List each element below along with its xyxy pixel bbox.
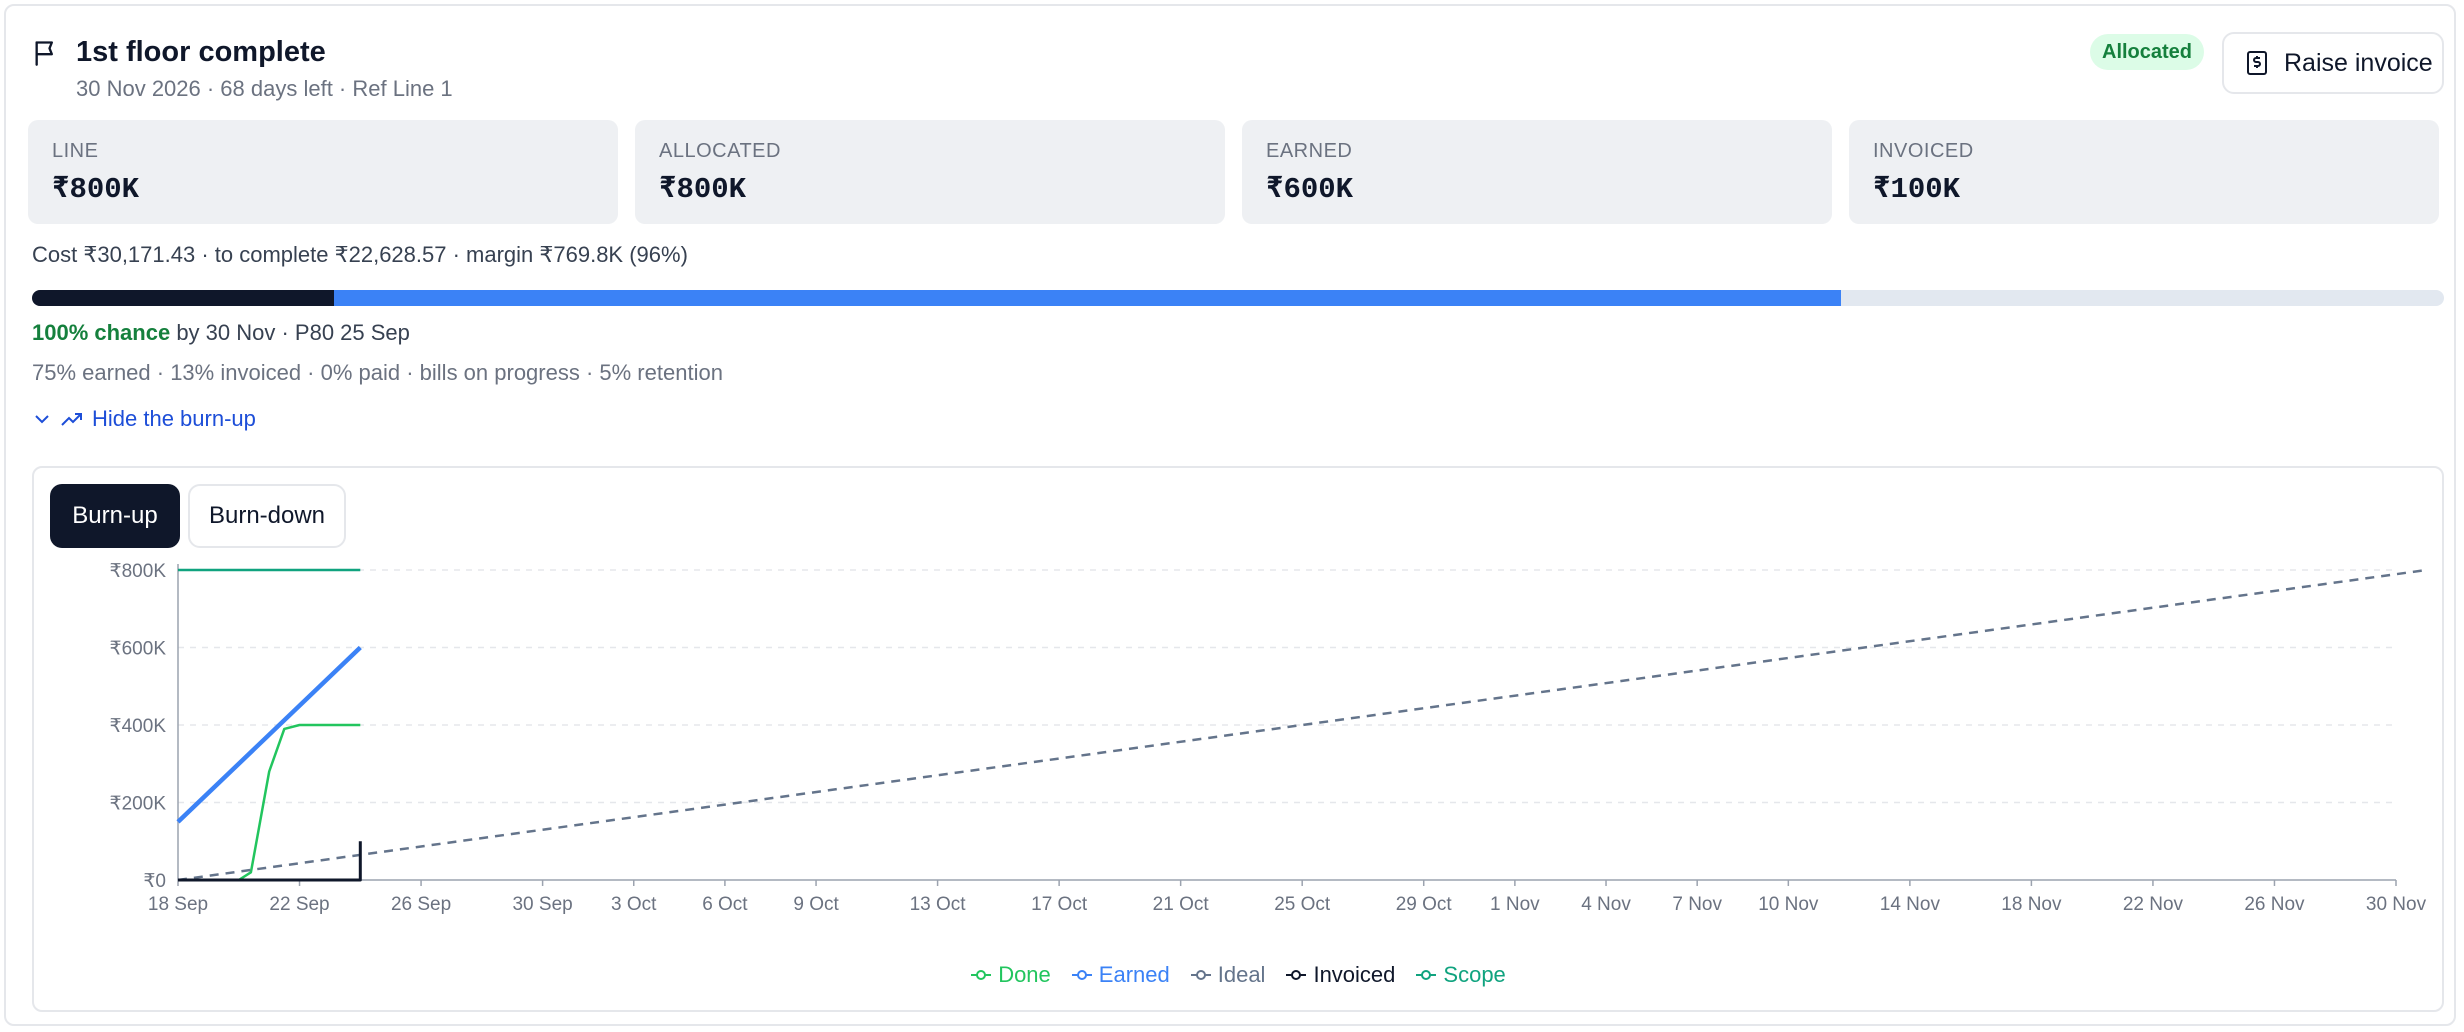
x-tick-label: 18 Nov bbox=[2001, 894, 2062, 915]
x-tick-label: 14 Nov bbox=[1880, 894, 1941, 915]
x-tick-label: 26 Nov bbox=[2244, 894, 2305, 915]
burnup-panel: Burn-up Burn-down ₹0 ₹200K ₹400K ₹600K ₹800K… bbox=[32, 466, 2444, 1012]
burnup-chart: ₹0 ₹200K ₹400K ₹600K ₹800K 18 Sep 22 Sep 26 Sep… bbox=[110, 561, 2427, 915]
legend-marker-icon bbox=[1416, 970, 1437, 980]
hide-burnup-toggle[interactable]: Hide the burn-up bbox=[32, 406, 256, 432]
invoice-icon bbox=[2247, 51, 2267, 75]
legend-item-ideal[interactable]: Ideal bbox=[1190, 962, 1266, 988]
stat-value: ₹600K bbox=[1266, 173, 1354, 206]
x-tick-label: 4 Nov bbox=[1581, 894, 1631, 915]
x-tick-label: 9 Oct bbox=[793, 894, 839, 915]
legend-item-invoiced[interactable]: Invoiced bbox=[1285, 962, 1395, 988]
x-tick-label: 3 Oct bbox=[611, 894, 657, 915]
y-tick-label: ₹400K bbox=[110, 716, 167, 737]
stat-value: ₹800K bbox=[52, 173, 140, 206]
x-tick-label: 25 Oct bbox=[1274, 894, 1331, 915]
financial-summary: 75% earned · 13% invoiced · 0% paid · bi… bbox=[32, 360, 723, 385]
x-tick-label: 30 Nov bbox=[2366, 894, 2427, 915]
stat-line: LINE ₹800K bbox=[28, 120, 618, 224]
x-tick-label: 21 Oct bbox=[1153, 894, 1210, 915]
y-tick-label: ₹800K bbox=[110, 561, 167, 582]
cost-summary: Cost ₹30,171.43 · to complete ₹22,628.57… bbox=[32, 242, 688, 267]
progress-bar bbox=[32, 290, 2444, 306]
y-tick-label: ₹0 bbox=[143, 871, 166, 892]
x-tick-label: 22 Nov bbox=[2123, 894, 2184, 915]
legend-item-done[interactable]: Done bbox=[970, 962, 1051, 988]
stat-label: EARNED bbox=[1266, 140, 1353, 162]
y-tick-label: ₹200K bbox=[110, 794, 167, 815]
raise-invoice-label: Raise invoice bbox=[2284, 48, 2433, 77]
toggle-label: Hide the burn-up bbox=[92, 406, 256, 431]
legend-label: Earned bbox=[1098, 962, 1170, 987]
x-tick-label: 13 Oct bbox=[910, 894, 967, 915]
x-tick-label: 7 Nov bbox=[1672, 894, 1722, 915]
legend-item-earned[interactable]: Earned bbox=[1071, 962, 1170, 988]
stat-earned: EARNED ₹600K bbox=[1242, 120, 1832, 224]
milestone-card: 1st floor complete 30 Nov 2026 · 68 days… bbox=[4, 4, 2456, 1026]
x-tick-label: 1 Nov bbox=[1490, 894, 1540, 915]
x-tick-label: 18 Sep bbox=[148, 894, 208, 915]
x-tick-label: 10 Nov bbox=[1758, 894, 1819, 915]
legend-label: Done bbox=[998, 962, 1051, 987]
flag-icon bbox=[35, 41, 53, 66]
chance-percent: 100% chance bbox=[32, 320, 171, 345]
y-tick-label: ₹600K bbox=[110, 639, 167, 660]
x-tick-label: 22 Sep bbox=[269, 894, 329, 915]
legend-marker-icon bbox=[1071, 970, 1092, 980]
stat-value: ₹800K bbox=[659, 173, 747, 206]
series-earned-line bbox=[176, 645, 362, 824]
legend-marker-icon bbox=[971, 970, 992, 980]
progress-earned bbox=[333, 290, 1841, 306]
milestone-title: 1st floor complete bbox=[76, 36, 326, 68]
legend-label: Scope bbox=[1443, 962, 1506, 987]
legend-label: Invoiced bbox=[1313, 962, 1396, 987]
stat-allocated: ALLOCATED ₹800K bbox=[635, 120, 1225, 224]
raise-invoice-button[interactable]: Raise invoice bbox=[2222, 32, 2444, 94]
x-tick-label: 26 Sep bbox=[391, 894, 451, 915]
stat-label: ALLOCATED bbox=[659, 140, 781, 162]
stat-label: LINE bbox=[52, 140, 99, 162]
x-tick-label: 17 Oct bbox=[1031, 894, 1088, 915]
stat-invoiced: INVOICED ₹100K bbox=[1849, 120, 2439, 224]
legend-marker-icon bbox=[1286, 970, 1307, 980]
chance-detail: by 30 Nov · P80 25 Sep bbox=[170, 320, 410, 345]
status-badge: Allocated bbox=[2090, 34, 2205, 70]
stat-label: INVOICED bbox=[1873, 140, 1974, 162]
chevron-down-icon bbox=[35, 415, 49, 424]
completion-chance: 100% chance by 30 Nov · P80 25 Sep bbox=[32, 320, 410, 346]
progress-invoiced bbox=[32, 290, 334, 306]
trending-up-icon bbox=[61, 413, 82, 426]
milestone-subtitle: 30 Nov 2026 · 68 days left · Ref Line 1 bbox=[76, 76, 453, 101]
legend-marker-icon bbox=[1190, 970, 1211, 980]
legend-label: Ideal bbox=[1217, 962, 1266, 987]
chart-legend: Done Earned Ideal Invoiced Scope bbox=[34, 962, 2442, 988]
stat-value: ₹100K bbox=[1873, 173, 1961, 206]
x-tick-label: 29 Oct bbox=[1396, 894, 1453, 915]
x-tick-label: 6 Oct bbox=[702, 894, 748, 915]
x-tick-label: 30 Sep bbox=[512, 894, 572, 915]
series-invoiced-line bbox=[178, 841, 362, 882]
legend-item-scope[interactable]: Scope bbox=[1415, 962, 1506, 988]
